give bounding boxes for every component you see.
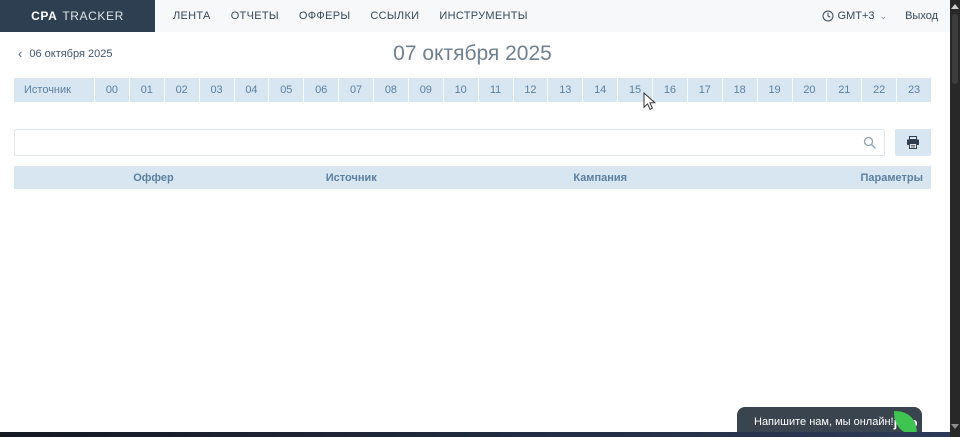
nav-menu: ЛЕНТАОТЧЕТЫОФФЕРЫССЫЛКИИНСТРУМЕНТЫ [163, 0, 538, 32]
hour-cell[interactable]: 02 [164, 78, 199, 102]
hour-cell[interactable]: 05 [268, 78, 303, 102]
clock-icon [822, 10, 834, 22]
hour-cell[interactable]: 20 [792, 78, 827, 102]
chevron-left-icon: ‹ [18, 47, 22, 60]
report-table-header: ОфферИсточникКампанияПараметры [14, 166, 931, 189]
table-column-header: Источник [326, 172, 574, 184]
hours-header-row: Источник 0001020304050607080910111213141… [14, 78, 931, 102]
hour-cell[interactable]: 06 [303, 78, 338, 102]
hour-cell[interactable]: 14 [582, 78, 617, 102]
hour-cell[interactable]: 18 [722, 78, 757, 102]
page-title: 07 октября 2025 [14, 32, 931, 66]
hour-cell[interactable]: 00 [94, 78, 129, 102]
hour-cell[interactable]: 17 [687, 78, 722, 102]
hour-cell[interactable]: 13 [547, 78, 582, 102]
nav-right-group: GMT+3 ⌄ Выход [822, 0, 950, 32]
nav-menu-item[interactable]: ОТЧЕТЫ [221, 10, 289, 22]
table-column-header: Кампания [573, 172, 839, 184]
nav-menu-item[interactable]: ССЫЛКИ [360, 10, 429, 22]
date-navigation-row: ‹ 06 октября 2025 07 октября 2025 [14, 32, 931, 78]
hour-cell[interactable]: 21 [826, 78, 861, 102]
timezone-selector[interactable]: GMT+3 ⌄ [822, 10, 888, 22]
table-column-header: Оффер [133, 172, 326, 184]
nav-menu-item[interactable]: ОФФЕРЫ [289, 10, 361, 22]
previous-date-label: 06 октября 2025 [29, 48, 112, 60]
scrollbar-down-arrow-icon[interactable] [951, 424, 959, 429]
hour-cell[interactable]: 10 [443, 78, 478, 102]
nav-menu-item[interactable]: ЛЕНТА [163, 10, 221, 22]
hour-cell[interactable]: 22 [861, 78, 896, 102]
hour-cell[interactable]: 09 [408, 78, 443, 102]
search-toolbar [14, 129, 931, 156]
hour-cell[interactable]: 07 [338, 78, 373, 102]
app-logo-bold: CPA [31, 9, 57, 23]
printer-icon [906, 136, 920, 149]
hour-cells: 0001020304050607080910111213141516171819… [94, 78, 931, 102]
previous-date-link[interactable]: ‹ 06 октября 2025 [18, 47, 112, 60]
search-box [14, 129, 885, 156]
print-button[interactable] [895, 129, 931, 156]
hour-cell[interactable]: 23 [896, 78, 931, 102]
search-input[interactable] [14, 129, 885, 156]
hour-cell[interactable]: 11 [478, 78, 513, 102]
hour-cell[interactable]: 04 [234, 78, 269, 102]
hours-row-source-label: Источник [14, 78, 94, 102]
logout-link[interactable]: Выход [905, 10, 938, 22]
chat-message: Напишите нам, мы онлайн! [754, 416, 894, 428]
hour-cell[interactable]: 08 [373, 78, 408, 102]
nav-menu-item[interactable]: ИНСТРУМЕНТЫ [429, 10, 537, 22]
hour-cell[interactable]: 12 [513, 78, 548, 102]
app-logo[interactable]: CPA TRACKER [0, 0, 155, 32]
table-column-header: Параметры [839, 172, 931, 184]
timezone-label: GMT+3 [838, 10, 875, 22]
vertical-scrollbar[interactable] [950, 0, 960, 437]
main-content: ‹ 06 октября 2025 07 октября 2025 Источн… [14, 32, 931, 189]
hour-cell[interactable]: 16 [652, 78, 687, 102]
scrollbar-up-arrow-icon[interactable] [951, 4, 959, 9]
hour-cell[interactable]: 01 [129, 78, 164, 102]
chevron-down-icon: ⌄ [880, 11, 888, 22]
hour-cell[interactable]: 03 [199, 78, 234, 102]
scrollbar-thumb[interactable] [952, 14, 958, 84]
top-navigation-bar: CPA TRACKER ЛЕНТАОТЧЕТЫОФФЕРЫССЫЛКИИНСТР… [0, 0, 950, 32]
bottom-footer-strip [0, 432, 950, 437]
hour-cell[interactable]: 15 [617, 78, 652, 102]
hour-cell[interactable]: 19 [757, 78, 792, 102]
app-logo-rest: TRACKER [62, 9, 124, 23]
